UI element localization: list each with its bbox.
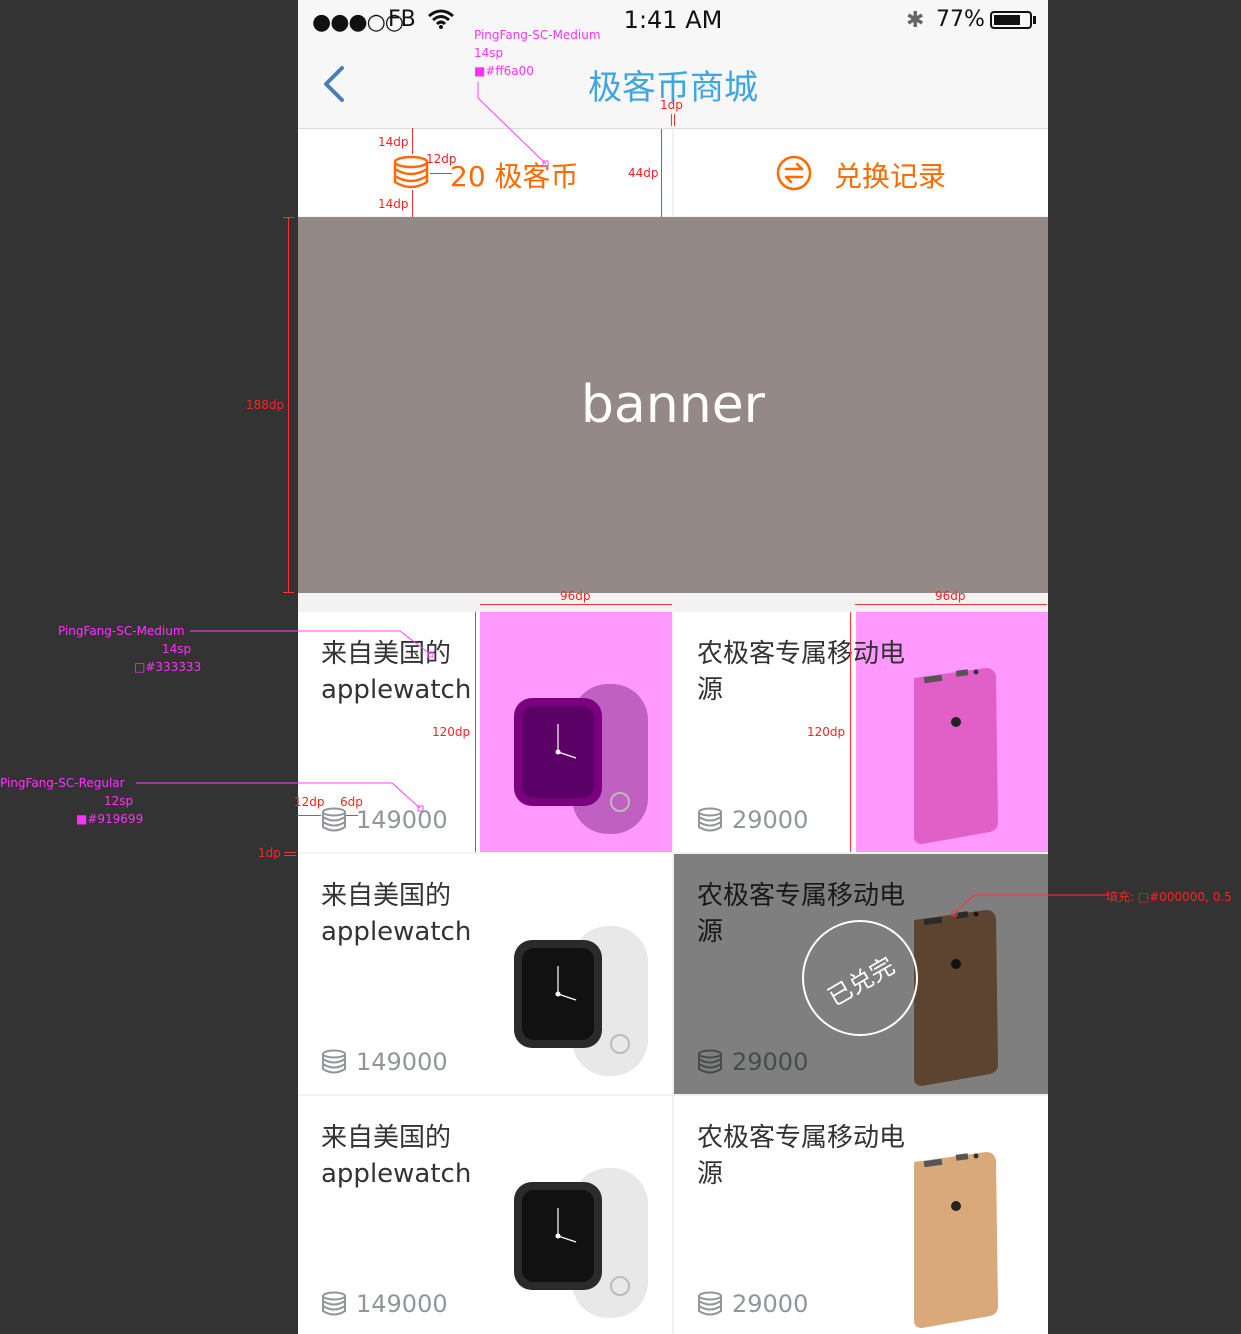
- annotation-line: [430, 173, 452, 174]
- annotation-fill-note: 填充: □#000000, 0.5: [1106, 890, 1232, 904]
- annotation-dim-188dp: 188dp: [246, 398, 285, 412]
- product-price: 29000: [732, 1290, 809, 1318]
- product-price: 29000: [732, 806, 809, 834]
- annotation-line: [671, 114, 672, 126]
- annotation-line: [412, 128, 413, 154]
- product-name: 来自美国的applewatch: [321, 881, 472, 947]
- status-bar: ●●●○○ FB 1:41 AM ✱ 77%: [298, 0, 1048, 40]
- battery-tip: [1033, 16, 1036, 24]
- annotation-dim-1dp-row: 1dp: [258, 846, 281, 860]
- annotation-dim-14dp-bottom: 14dp: [378, 197, 409, 211]
- sold-out-label: 已兑完: [823, 951, 900, 1012]
- annotation-line: [850, 612, 851, 852]
- banner[interactable]: banner: [298, 217, 1048, 593]
- product-card[interactable]: 来自美国的applewatch 149000: [298, 1096, 672, 1334]
- product-grid: 来自美国的applewatch 149000 农极客专属移动电源 29000 来…: [298, 612, 1048, 1334]
- annotation-line: [855, 604, 1047, 605]
- annotation-line: [284, 852, 296, 853]
- annotation-dim-96dp-right: 96dp: [935, 589, 966, 603]
- annotation-dim-12dp-price: 12dp: [294, 795, 325, 809]
- annotation-title-size: 14sp: [474, 46, 504, 60]
- coin-icon: [697, 807, 723, 833]
- annotation-leader-title: [477, 82, 549, 167]
- annotation-line: [674, 114, 675, 126]
- bluetooth-icon: ✱: [906, 8, 925, 33]
- annotation-leader-price: [136, 782, 424, 812]
- product-card[interactable]: 来自美国的applewatch 149000: [298, 854, 672, 1094]
- product-card[interactable]: 农极客专属移动电源 29000: [674, 612, 1048, 852]
- product-name: 来自美国的applewatch: [321, 1123, 472, 1189]
- annotation-line: [284, 855, 296, 856]
- annotation-dim-12dp: 12dp: [426, 152, 457, 166]
- annotation-line: [297, 815, 321, 816]
- coins-icon: [393, 155, 429, 189]
- annotation-title-color: ■#ff6a00: [474, 64, 534, 78]
- product-price: 149000: [356, 1048, 448, 1076]
- annotation-dim-120dp-right: 120dp: [807, 725, 846, 739]
- coin-icon: [321, 1049, 347, 1075]
- annotation-line: [288, 217, 289, 593]
- annotation-dim-6dp: 6dp: [340, 795, 363, 809]
- exchange-history-link[interactable]: 兑换记录: [834, 155, 946, 195]
- coin-icon: [697, 1291, 723, 1317]
- annotation-price-font: PingFang-SC-Regular: [0, 776, 125, 790]
- product-card[interactable]: 农极客专属移动电源 29000: [674, 1096, 1048, 1334]
- coin-bar-divider: [672, 129, 674, 216]
- battery-icon: [990, 11, 1032, 29]
- annotation-title-font: PingFang-SC-Medium: [474, 28, 601, 42]
- annotation-line: [346, 815, 358, 816]
- exchange-icon[interactable]: [776, 155, 812, 191]
- annotation-dim-44dp: 44dp: [628, 166, 659, 180]
- phone-screen: ●●●○○ FB 1:41 AM ✱ 77% 极客币商城 20 极客币 兑换记录…: [298, 0, 1048, 1334]
- banner-text: banner: [580, 375, 766, 435]
- sold-out-stamp: 已兑完: [802, 920, 918, 1036]
- product-name: 农极客专属移动电源: [697, 1123, 906, 1189]
- product-name: 农极客专属移动电源: [697, 639, 906, 705]
- annotation-price-size: 12sp: [104, 794, 134, 808]
- annotation-name-font: PingFang-SC-Medium: [58, 624, 185, 638]
- annotation-price-color: ■#919699: [76, 812, 144, 826]
- annotation-line: [480, 604, 672, 605]
- nav-bar: 极客币商城: [298, 40, 1048, 129]
- annotation-line: [661, 129, 662, 217]
- product-price: 149000: [356, 1290, 448, 1318]
- annotation-leader-fill: [951, 894, 1108, 917]
- annotation-dim-14dp-top: 14dp: [378, 135, 409, 149]
- annotation-dim-96dp-left: 96dp: [560, 589, 591, 603]
- annotation-line: [475, 612, 476, 852]
- annotation-dim-1dp: 1dp: [660, 98, 683, 112]
- annotation-name-size: 14sp: [162, 642, 192, 656]
- annotation-name-color: □#333333: [134, 660, 202, 674]
- coin-icon: [321, 1291, 347, 1317]
- annotation-leader-name: [190, 630, 434, 658]
- annotation-line: [412, 190, 413, 217]
- annotation-line: [283, 592, 294, 593]
- coin-bar: 20 极客币 兑换记录: [298, 129, 1048, 216]
- battery-percent: 77%: [936, 7, 985, 32]
- annotation-line: [283, 217, 294, 218]
- annotation-dim-120dp-left: 120dp: [432, 725, 471, 739]
